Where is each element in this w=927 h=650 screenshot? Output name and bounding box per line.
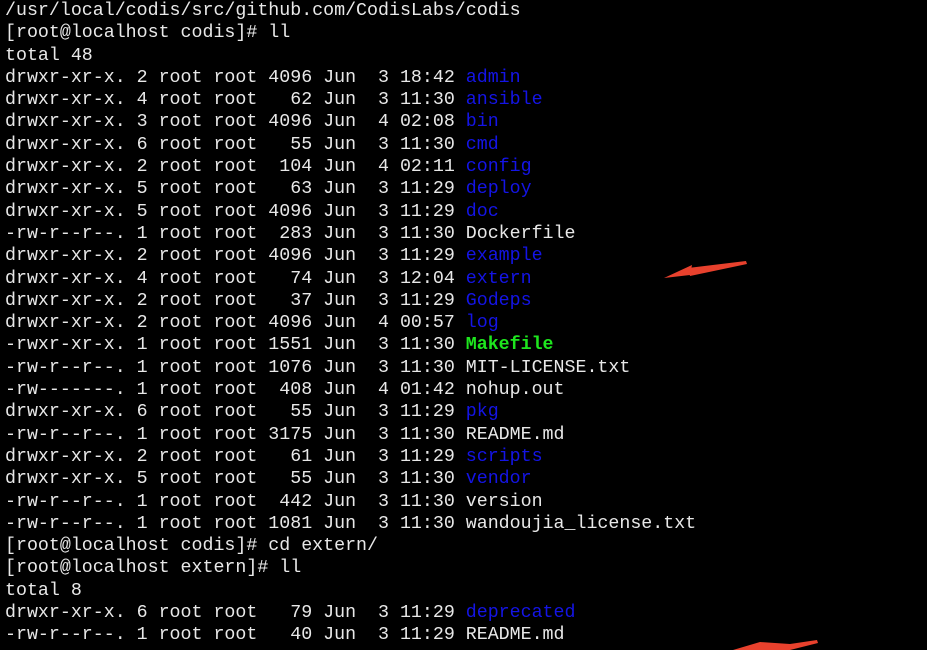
terminal-line: drwxr-xr-x. 2 root root 4096 Jun 4 00:57… xyxy=(5,312,696,334)
directory-name: pkg xyxy=(465,402,499,423)
terminal-text: drwxr-xr-x. 4 root root 62 Jun 3 11:30 xyxy=(5,90,466,111)
terminal-line: drwxr-xr-x. 4 root root 74 Jun 3 12:04 e… xyxy=(5,268,696,290)
terminal-line: drwxr-xr-x. 5 root root 4096 Jun 3 11:29… xyxy=(5,201,696,223)
terminal-text: drwxr-xr-x. 3 root root 4096 Jun 4 02:08 xyxy=(5,112,466,133)
terminal-text: /usr/local/codis/src/github.com/CodisLab… xyxy=(5,1,521,21)
terminal-text: drwxr-xr-x. 5 root root 4096 Jun 3 11:29 xyxy=(5,201,466,222)
terminal-text: -rw-------. 1 root root 408 Jun 4 01:42 … xyxy=(5,380,565,401)
terminal-output: /usr/local/codis/src/github.com/CodisLab… xyxy=(5,0,696,647)
terminal-line: -rw-r--r--. 1 root root 40 Jun 3 11:29 R… xyxy=(5,624,696,646)
terminal-text: drwxr-xr-x. 2 root root 37 Jun 3 11:29 xyxy=(5,290,466,311)
directory-name: doc xyxy=(465,201,499,222)
terminal-line: drwxr-xr-x. 6 root root 55 Jun 3 11:30 c… xyxy=(5,134,696,156)
directory-name: cmd xyxy=(465,134,499,155)
terminal-line: -rw-r--r--. 1 root root 3175 Jun 3 11:30… xyxy=(5,424,696,446)
terminal-text: drwxr-xr-x. 2 root root 4096 Jun 4 00:57 xyxy=(5,313,466,334)
terminal-line: drwxr-xr-x. 2 root root 104 Jun 4 02:11 … xyxy=(5,156,696,178)
terminal-text: -rw-r--r--. 1 root root 3175 Jun 3 11:30… xyxy=(5,424,565,445)
terminal-line: /usr/local/codis/src/github.com/CodisLab… xyxy=(5,0,696,22)
arrow-head-icon xyxy=(733,640,818,650)
terminal-line: drwxr-xr-x. 3 root root 4096 Jun 4 02:08… xyxy=(5,111,696,133)
arrow-shaft xyxy=(688,261,747,276)
terminal-line: total 48 xyxy=(5,45,696,67)
terminal-line: [root@localhost codis]# cd extern/ xyxy=(5,535,696,557)
directory-name: Godeps xyxy=(465,290,532,311)
terminal-text: drwxr-xr-x. 2 root root 104 Jun 4 02:11 xyxy=(5,157,466,178)
directory-name: extern xyxy=(465,268,532,289)
terminal-text: -rw-r--r--. 1 root root 1081 Jun 3 11:30… xyxy=(5,513,697,534)
terminal-line: drwxr-xr-x. 5 root root 63 Jun 3 11:29 d… xyxy=(5,178,696,200)
terminal-text: drwxr-xr-x. 2 root root 61 Jun 3 11:29 xyxy=(5,446,466,467)
terminal-line: drwxr-xr-x. 2 root root 61 Jun 3 11:29 s… xyxy=(5,446,696,468)
terminal-line: -rw-r--r--. 1 root root 283 Jun 3 11:30 … xyxy=(5,223,696,245)
terminal-line: drwxr-xr-x. 5 root root 55 Jun 3 11:30 v… xyxy=(5,468,696,490)
terminal-line: -rw-------. 1 root root 408 Jun 4 01:42 … xyxy=(5,379,696,401)
terminal-text: drwxr-xr-x. 4 root root 74 Jun 3 12:04 xyxy=(5,268,466,289)
terminal-line: -rw-r--r--. 1 root root 442 Jun 3 11:30 … xyxy=(5,491,696,513)
annotation-arrow-bottom xyxy=(733,640,818,650)
directory-name: config xyxy=(465,157,532,178)
terminal-text: [root@localhost codis]# ll xyxy=(5,23,291,44)
terminal-text: [root@localhost extern]# ll xyxy=(5,558,302,579)
executable-name: Makefile xyxy=(465,335,554,356)
terminal-line: [root@localhost codis]# ll xyxy=(5,22,696,44)
terminal-line: -rwxr-xr-x. 1 root root 1551 Jun 3 11:30… xyxy=(5,334,696,356)
terminal-text: drwxr-xr-x. 5 root root 55 Jun 3 11:30 xyxy=(5,469,466,490)
terminal-text: total 48 xyxy=(5,45,93,66)
terminal-text: [root@localhost codis]# cd extern/ xyxy=(5,536,378,557)
terminal-line: drwxr-xr-x. 4 root root 62 Jun 3 11:30 a… xyxy=(5,89,696,111)
terminal-line: total 8 xyxy=(5,580,696,602)
directory-name: bin xyxy=(465,112,499,133)
terminal-line: drwxr-xr-x. 6 root root 79 Jun 3 11:29 d… xyxy=(5,602,696,624)
terminal-text: drwxr-xr-x. 6 root root 55 Jun 3 11:29 xyxy=(5,402,466,423)
directory-name: deprecated xyxy=(465,603,576,624)
terminal-line: -rw-r--r--. 1 root root 1081 Jun 3 11:30… xyxy=(5,513,696,535)
terminal-line: drwxr-xr-x. 2 root root 4096 Jun 3 18:42… xyxy=(5,67,696,89)
terminal-text: -rw-r--r--. 1 root root 442 Jun 3 11:30 … xyxy=(5,491,543,512)
terminal-text: drwxr-xr-x. 5 root root 63 Jun 3 11:29 xyxy=(5,179,466,200)
directory-name: log xyxy=(465,313,499,334)
directory-name: vendor xyxy=(465,469,532,490)
terminal-line: drwxr-xr-x. 2 root root 37 Jun 3 11:29 G… xyxy=(5,290,696,312)
terminal-text: -rw-r--r--. 1 root root 1076 Jun 3 11:30… xyxy=(5,357,631,378)
terminal-line: drwxr-xr-x. 6 root root 55 Jun 3 11:29 p… xyxy=(5,401,696,423)
directory-name: example xyxy=(465,246,543,267)
terminal-text: drwxr-xr-x. 2 root root 4096 Jun 3 18:42 xyxy=(5,67,466,88)
terminal-text: drwxr-xr-x. 6 root root 79 Jun 3 11:29 xyxy=(5,603,466,624)
terminal-text: drwxr-xr-x. 6 root root 55 Jun 3 11:30 xyxy=(5,134,466,155)
directory-name: admin xyxy=(465,67,521,88)
terminal-text: -rw-r--r--. 1 root root 283 Jun 3 11:30 … xyxy=(5,223,576,244)
terminal-text: total 8 xyxy=(5,580,82,601)
terminal-text: -rw-r--r--. 1 root root 40 Jun 3 11:29 R… xyxy=(5,625,565,646)
terminal-line: [root@localhost extern]# ll xyxy=(5,557,696,579)
terminal-line: drwxr-xr-x. 2 root root 4096 Jun 3 11:29… xyxy=(5,245,696,267)
terminal-text: drwxr-xr-x. 2 root root 4096 Jun 3 11:29 xyxy=(5,246,466,267)
terminal-text: -rwxr-xr-x. 1 root root 1551 Jun 3 11:30 xyxy=(5,335,466,356)
directory-name: ansible xyxy=(465,90,543,111)
directory-name: deploy xyxy=(465,179,532,200)
directory-name: scripts xyxy=(465,446,543,467)
terminal-line: -rw-r--r--. 1 root root 1076 Jun 3 11:30… xyxy=(5,357,696,379)
terminal-window[interactable]: /usr/local/codis/src/github.com/CodisLab… xyxy=(0,0,927,650)
